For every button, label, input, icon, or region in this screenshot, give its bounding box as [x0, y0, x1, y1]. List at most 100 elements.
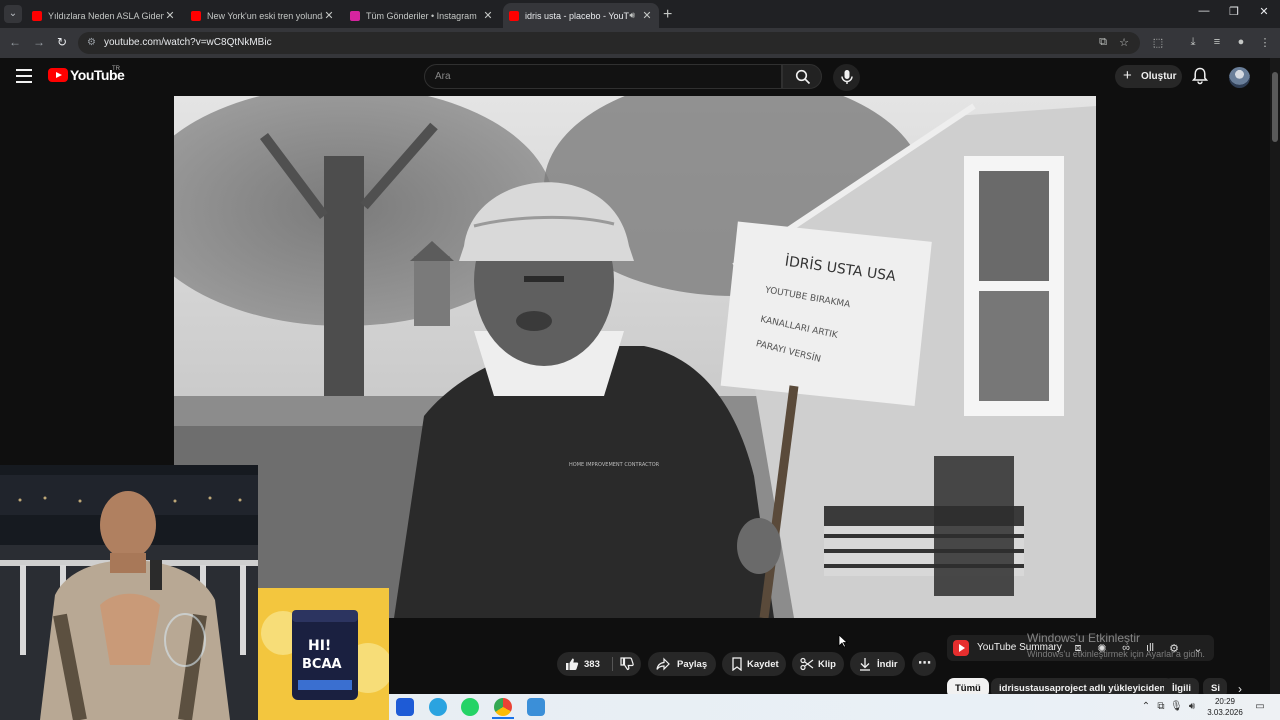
browser-menu-icon[interactable]: ⋮: [1258, 36, 1272, 49]
url-text: youtube.com/watch?v=wC8QtNkMBic: [104, 37, 272, 48]
tab-search-button[interactable]: ⌄: [4, 5, 22, 23]
like-dislike-group: 383: [557, 652, 641, 676]
webcam-frame: [0, 465, 258, 720]
forward-icon[interactable]: →: [31, 35, 47, 49]
close-tab-icon[interactable]: ✕: [323, 9, 335, 22]
mouse-cursor-icon: [838, 634, 848, 648]
install-app-icon[interactable]: ⧉: [1096, 36, 1110, 49]
close-window-icon[interactable]: ✕: [1254, 5, 1274, 18]
menu-icon[interactable]: [16, 69, 32, 83]
photos-app-icon[interactable]: [527, 698, 545, 716]
tab-title: Yıldızlara Neden ASLA Gidemeyiz: [48, 10, 164, 21]
instagram-favicon-icon: [350, 10, 360, 21]
thumbs-down-icon: [620, 657, 634, 671]
video-frame: İDRİS USTA USA YOUTUBE BIRAKMA KANALLARI…: [174, 96, 1096, 618]
country-code: TR: [112, 66, 120, 72]
search-button[interactable]: [782, 64, 822, 89]
supplement-product-image: HI! BCAA: [258, 588, 389, 720]
back-icon[interactable]: ←: [7, 35, 23, 49]
ad-brand: HI!: [308, 638, 331, 654]
browser-tab[interactable]: New York'un eski tren yolunda yürüdüm ✕: [185, 3, 341, 28]
account-avatar[interactable]: [1229, 67, 1250, 88]
tab-title: Tüm Gönderiler • Instagram: [366, 10, 477, 21]
sponsor-ad-image[interactable]: HI! BCAA: [258, 588, 389, 720]
address-bar[interactable]: ⚙ youtube.com/watch?v=wC8QtNkMBic ⧉ ☆: [78, 32, 1140, 54]
extensions-icon[interactable]: ⬚: [1151, 36, 1165, 49]
youtube-header: YouTube TR Ara + Oluştur: [0, 58, 1270, 96]
bookmark-icon: [732, 657, 742, 671]
browser-tab[interactable]: Yıldızlara Neden ASLA Gidemeyiz ✕: [26, 3, 182, 28]
save-label: Kaydet: [747, 659, 779, 670]
windows-activation-watermark-title: Windows'u Etkinleştir: [1027, 631, 1140, 645]
speaker-icon[interactable]: 🔊︎: [629, 10, 635, 21]
share-label: Paylaş: [677, 659, 708, 670]
download-icon: [860, 658, 870, 671]
youtube-favicon-icon: [191, 10, 201, 21]
chrome-icon[interactable]: [494, 698, 512, 716]
share-button[interactable]: Paylaş: [648, 652, 716, 676]
save-button[interactable]: Kaydet: [722, 652, 786, 676]
create-button[interactable]: + Oluştur: [1115, 65, 1182, 88]
like-count: 383: [584, 659, 600, 670]
profile-icon[interactable]: ●: [1234, 36, 1248, 48]
tray-chevron-up-icon[interactable]: ⌃: [1140, 701, 1152, 712]
windows-activation-watermark-text: Windows'u etkinleştirmek için Ayarlar'a …: [1027, 649, 1205, 659]
bookmark-star-icon[interactable]: ☆: [1117, 36, 1131, 49]
taskbar-app-icon[interactable]: [396, 698, 414, 716]
clip-button[interactable]: Klip: [792, 652, 844, 676]
summary-logo-icon: [953, 640, 969, 656]
microphone-icon: [841, 70, 853, 84]
clock-time: 20:29: [1214, 697, 1236, 706]
video-player[interactable]: İDRİS USTA USA YOUTUBE BIRAKMA KANALLARI…: [174, 96, 1096, 618]
taskbar-clock[interactable]: 20:29 3.03.2026: [1205, 696, 1245, 718]
telegram-icon[interactable]: [429, 698, 447, 716]
media-controls-icon[interactable]: ≡: [1210, 36, 1224, 48]
close-tab-icon[interactable]: ✕: [482, 9, 494, 22]
tray-microphone-icon[interactable]: 🎙︎: [1170, 701, 1183, 712]
youtube-logo-icon[interactable]: [48, 68, 68, 82]
scrollbar-thumb[interactable]: [1272, 72, 1278, 142]
vest-logo-text: HOME IMPROVEMENT CONTRACTOR: [569, 462, 660, 468]
youtube-favicon-icon: [509, 10, 519, 21]
notifications-icon[interactable]: ▭: [1254, 701, 1266, 712]
more-horizontal-icon: ⋯: [918, 655, 931, 670]
ad-product: BCAA: [302, 657, 342, 672]
search-input[interactable]: Ara: [424, 64, 782, 89]
webcam-overlay: [0, 465, 258, 720]
notifications-bell-icon[interactable]: [1192, 67, 1208, 85]
download-label: İndir: [877, 659, 898, 670]
reload-icon[interactable]: ↻: [54, 35, 70, 49]
whatsapp-icon[interactable]: [461, 698, 479, 716]
dislike-button[interactable]: [613, 652, 641, 676]
tray-volume-icon[interactable]: 🔊︎: [1186, 701, 1198, 712]
close-tab-icon[interactable]: ✕: [641, 9, 653, 22]
browser-tab-active[interactable]: idris usta - placebo - YouTube 🔊︎ ✕: [503, 3, 659, 28]
browser-tab-strip: ⌄ Yıldızlara Neden ASLA Gidemeyiz ✕ New …: [0, 0, 1280, 28]
tray-app-icon[interactable]: ⧉: [1155, 701, 1167, 712]
tab-title: New York'un eski tren yolunda yürüdüm: [207, 10, 323, 21]
more-actions-button[interactable]: ⋯: [912, 652, 936, 676]
download-button[interactable]: İndir: [850, 652, 905, 676]
voice-search-button[interactable]: [833, 64, 860, 91]
tab-title: idris usta - placebo - YouTube: [525, 10, 629, 21]
thumbs-up-icon: [566, 658, 579, 670]
site-info-icon[interactable]: ⚙: [87, 37, 96, 48]
close-tab-icon[interactable]: ✕: [164, 9, 176, 22]
browser-tab[interactable]: Tüm Gönderiler • Instagram ✕: [344, 3, 500, 28]
plus-icon: +: [1123, 67, 1132, 84]
clip-label: Klip: [818, 659, 836, 670]
search-icon: [795, 69, 811, 85]
browser-toolbar: ← → ↻ ⚙ youtube.com/watch?v=wC8QtNkMBic …: [0, 28, 1280, 58]
search-placeholder: Ara: [435, 71, 451, 82]
new-tab-button[interactable]: +: [663, 6, 672, 24]
windows-taskbar: ⌃ ⧉ 🎙︎ 🔊︎ 20:29 3.03.2026 ▭: [389, 694, 1280, 720]
active-app-indicator: [492, 717, 514, 719]
clock-date: 3.03.2026: [1207, 708, 1243, 717]
minimize-icon[interactable]: —: [1194, 5, 1214, 17]
downloads-icon[interactable]: ⤓: [1186, 36, 1200, 49]
page-scrollbar[interactable]: [1270, 58, 1280, 698]
like-button[interactable]: 383: [557, 652, 612, 676]
create-label: Oluştur: [1141, 71, 1177, 82]
restore-icon[interactable]: ❐: [1224, 5, 1244, 18]
share-icon: [656, 657, 670, 671]
